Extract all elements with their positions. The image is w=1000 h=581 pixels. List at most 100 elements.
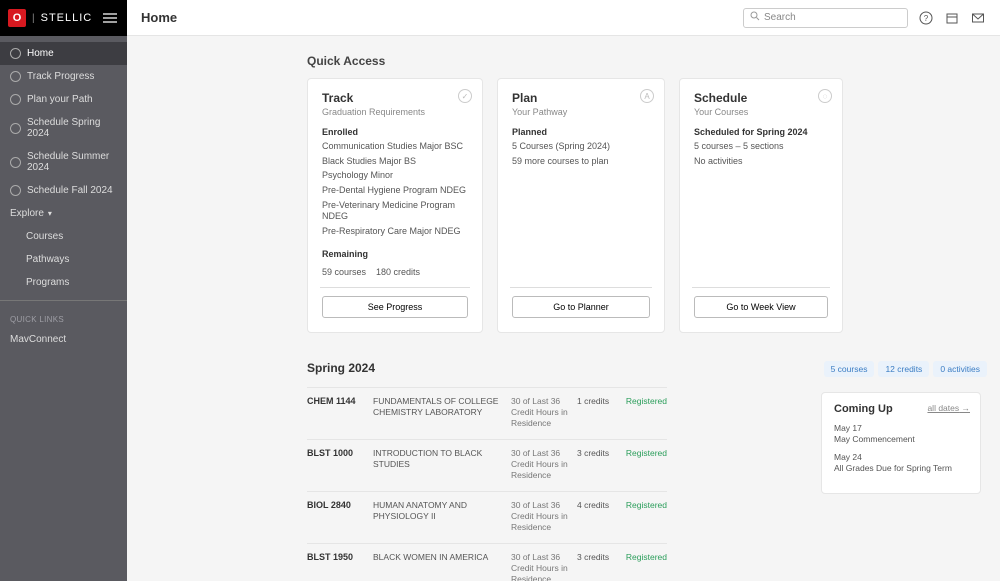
sidebar-item-plan[interactable]: Plan your Path <box>0 88 127 111</box>
main: Home Search ? Quick Access ✓ Track <box>127 0 1000 581</box>
enrolled-item: Black Studies Major BS <box>322 156 468 168</box>
enrolled-item: Psychology Minor <box>322 170 468 182</box>
schedule-card: ◌ Schedule Your Courses Scheduled for Sp… <box>679 78 843 333</box>
home-icon <box>10 48 21 59</box>
course-title: INTRODUCTION TO BLACK STUDIES <box>373 448 507 470</box>
pill-courses: 5 courses <box>824 361 875 377</box>
courses-list: CHEM 1144FUNDAMENTALS OF COLLEGE CHEMIST… <box>307 387 667 581</box>
course-row[interactable]: BIOL 2840HUMAN ANATOMY AND PHYSIOLOGY II… <box>307 492 667 544</box>
event: May 24 All Grades Due for Spring Term <box>834 452 968 473</box>
course-title: FUNDAMENTALS OF COLLEGE CHEMISTRY LABORA… <box>373 396 507 418</box>
sidebar-item-label: Courses <box>26 231 63 242</box>
see-progress-button[interactable]: See Progress <box>322 296 468 318</box>
plan-card: A Plan Your Pathway Planned 5 Courses (S… <box>497 78 665 333</box>
course-note: 30 of Last 36 Credit Hours in Residence <box>511 396 573 429</box>
sidebar-item-label: Home <box>27 48 54 59</box>
course-note: 30 of Last 36 Credit Hours in Residence <box>511 552 573 581</box>
sidebar-item-explore[interactable]: Explore ▾ <box>0 202 127 225</box>
sidebar-item-schedule-summer[interactable]: Schedule Summer 2024 <box>0 145 127 179</box>
brand-name: STELLIC <box>41 12 93 24</box>
topbar: Home Search ? <box>127 0 1000 36</box>
remaining-credits: 180 credits <box>376 267 420 277</box>
course-code: BIOL 2840 <box>307 500 369 510</box>
plan-line: 5 Courses (Spring 2024) <box>512 141 650 153</box>
sidebar-item-label: Track Progress <box>27 71 94 82</box>
pill-credits: 12 credits <box>878 361 929 377</box>
divider <box>510 287 652 288</box>
sidebar-item-label: Schedule Fall 2024 <box>27 185 113 196</box>
svg-text:?: ? <box>924 14 929 23</box>
track-card: ✓ Track Graduation Requirements Enrolled… <box>307 78 483 333</box>
topbar-right: Search ? <box>743 8 986 28</box>
sidebar-item-label: Schedule Summer 2024 <box>27 151 117 173</box>
main-scroll: Quick Access ✓ Track Graduation Requirem… <box>127 36 1000 581</box>
remaining-label: Remaining <box>322 249 468 259</box>
card-subtitle: Your Courses <box>694 107 828 117</box>
sidebar: O | STELLIC Home Track Progress Plan you… <box>0 0 127 581</box>
course-credits: 3 credits <box>577 552 617 562</box>
card-title: Plan <box>512 91 650 105</box>
enrolled-item: Communication Studies Major BSC <box>322 141 468 153</box>
go-to-week-view-button[interactable]: Go to Week View <box>694 296 828 318</box>
sidebar-item-label: Schedule Spring 2024 <box>27 117 117 139</box>
divider <box>692 287 830 288</box>
search-placeholder: Search <box>764 12 796 23</box>
sidebar-item-courses[interactable]: Courses <box>26 225 127 248</box>
path-icon <box>10 94 21 105</box>
calendar-icon <box>10 157 21 168</box>
go-to-planner-button[interactable]: Go to Planner <box>512 296 650 318</box>
scheduled-label: Scheduled for Spring 2024 <box>694 127 828 137</box>
sidebar-item-mavconnect[interactable]: MavConnect <box>0 328 127 351</box>
calendar-icon <box>10 185 21 196</box>
divider <box>0 300 127 301</box>
sidebar-item-schedule-fall[interactable]: Schedule Fall 2024 <box>0 179 127 202</box>
check-circle-icon: ✓ <box>458 89 472 103</box>
enrolled-item: Pre-Dental Hygiene Program NDEG <box>322 185 468 197</box>
schedule-line: 5 courses – 5 sections <box>694 141 828 153</box>
remaining-row: 59 courses 180 credits <box>322 267 468 277</box>
sidebar-item-pathways[interactable]: Pathways <box>26 248 127 271</box>
sidebar-item-label: Plan your Path <box>27 94 93 105</box>
caret-down-icon: ▾ <box>48 209 52 218</box>
sidebar-item-home[interactable]: Home <box>0 42 127 65</box>
calendar-icon[interactable] <box>944 10 960 26</box>
nav: Home Track Progress Plan your Path Sched… <box>0 36 127 351</box>
help-icon[interactable]: ? <box>918 10 934 26</box>
sidebar-item-label: Explore <box>10 208 44 219</box>
all-dates-link[interactable]: all dates <box>927 403 970 413</box>
course-row[interactable]: CHEM 1144FUNDAMENTALS OF COLLEGE CHEMIST… <box>307 387 667 440</box>
enrolled-item: Pre-Respiratory Care Major NDEG <box>322 226 468 238</box>
course-code: BLST 1950 <box>307 552 369 562</box>
sidebar-item-programs[interactable]: Programs <box>26 271 127 294</box>
course-row[interactable]: BLST 1000INTRODUCTION TO BLACK STUDIES30… <box>307 440 667 492</box>
plan-line: 59 more courses to plan <box>512 156 650 168</box>
card-subtitle: Your Pathway <box>512 107 650 117</box>
sidebar-header: O | STELLIC <box>0 0 127 36</box>
course-note: 30 of Last 36 Credit Hours in Residence <box>511 500 573 533</box>
explore-subnav: Courses Pathways Programs <box>0 225 127 294</box>
course-status: Registered <box>621 552 667 562</box>
course-code: BLST 1000 <box>307 448 369 458</box>
card-title: Track <box>322 91 468 105</box>
page-title: Home <box>141 10 177 25</box>
course-status: Registered <box>621 448 667 458</box>
course-row[interactable]: BLST 1950BLACK WOMEN IN AMERICA30 of Las… <box>307 544 667 581</box>
cards-row: ✓ Track Graduation Requirements Enrolled… <box>307 78 987 333</box>
menu-toggle-icon[interactable] <box>101 9 119 27</box>
check-icon <box>10 71 21 82</box>
quick-access-heading: Quick Access <box>307 54 987 68</box>
event-desc: May Commencement <box>834 434 968 444</box>
term-header: Spring 2024 5 courses 12 credits 0 activ… <box>307 361 987 377</box>
sidebar-item-track[interactable]: Track Progress <box>0 65 127 88</box>
sidebar-item-schedule-spring[interactable]: Schedule Spring 2024 <box>0 111 127 145</box>
planned-label: Planned <box>512 127 650 137</box>
search-input[interactable]: Search <box>743 8 908 28</box>
logo-icon: O <box>8 9 26 27</box>
course-credits: 3 credits <box>577 448 617 458</box>
quicklinks-label: QUICK LINKS <box>0 307 127 328</box>
course-credits: 4 credits <box>577 500 617 510</box>
mail-icon[interactable] <box>970 10 986 26</box>
divider <box>320 287 470 288</box>
sidebar-item-label: MavConnect <box>10 334 66 345</box>
event-date: May 24 <box>834 452 968 462</box>
